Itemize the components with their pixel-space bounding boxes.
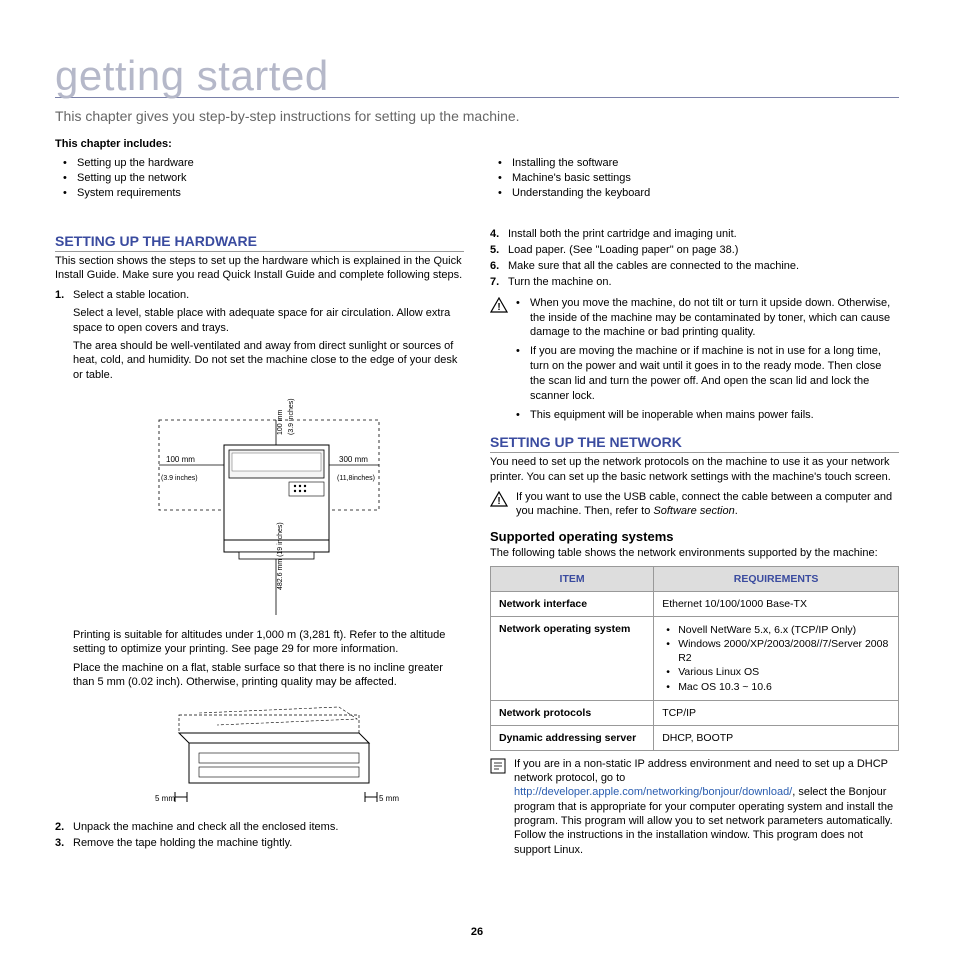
tip-box: If you are in a non-static IP address en… (490, 757, 899, 857)
svg-text:!: ! (497, 496, 500, 507)
svg-text:100 mm: 100 mm (277, 409, 284, 434)
table-row: Network protocols TCP/IP (491, 700, 899, 725)
caution-icon: ! (490, 297, 508, 316)
flatness-diagram: 5 mm 5 mm (73, 697, 464, 812)
table-header: Requirements (654, 566, 899, 591)
network-heading: Setting up the network (490, 434, 899, 453)
svg-text:5 mm: 5 mm (379, 794, 399, 803)
step-1: 1. Select a stable location. (55, 288, 464, 302)
supported-os-intro: The following table shows the network en… (490, 546, 899, 560)
list-item: Mac OS 10.3 ~ 10.6 (666, 680, 890, 694)
list-item: Understanding the keyboard (498, 186, 899, 201)
svg-text:!: ! (497, 302, 500, 313)
step-6: 6.Make sure that all the cables are conn… (490, 259, 899, 273)
list-item: Novell NetWare 5.x, 6.x (TCP/IP Only) (666, 623, 890, 637)
requirements-table: Item Requirements Network interface Ethe… (490, 566, 899, 751)
toc-left: Setting up the hardware Setting up the n… (63, 156, 464, 201)
step1-para: Select a level, stable place with adequa… (73, 306, 464, 335)
table-row: Network operating system Novell NetWare … (491, 616, 899, 700)
chapter-intro: This chapter gives you step-by-step inst… (55, 108, 899, 124)
list-item: Machine's basic settings (498, 171, 899, 186)
svg-text:100 mm: 100 mm (166, 455, 195, 464)
table-header: Item (491, 566, 654, 591)
network-intro: You need to set up the network protocols… (490, 455, 899, 484)
hardware-intro: This section shows the steps to set up t… (55, 254, 464, 283)
page-title: getting started (55, 55, 899, 98)
svg-text:(3.9 inches): (3.9 inches) (161, 475, 198, 482)
list-item: System requirements (63, 186, 464, 201)
step-3: 3. Remove the tape holding the machine t… (55, 836, 464, 850)
caution-box: ! When you move the machine, do not tilt… (490, 296, 899, 427)
list-item: If you are moving the machine or if mach… (516, 344, 899, 403)
list-item: Installing the software (498, 156, 899, 171)
svg-text:5 mm: 5 mm (155, 794, 175, 803)
table-row: Dynamic addressing server DHCP, BOOTP (491, 725, 899, 750)
svg-text:(11,8inches): (11,8inches) (337, 475, 375, 482)
note-icon (490, 758, 506, 777)
step-2: 2. Unpack the machine and check all the … (55, 820, 464, 834)
page-number: 26 (0, 926, 954, 938)
hardware-heading: Setting up the hardware (55, 233, 464, 252)
svg-text:482.6 mm (19 inches): 482.6 mm (19 inches) (277, 522, 284, 590)
toc-right: Installing the software Machine's basic … (498, 156, 899, 201)
step1-para: The area should be well-ventilated and a… (73, 339, 464, 382)
list-item: Various Linux OS (666, 665, 890, 679)
table-row: Network interface Ethernet 10/100/1000 B… (491, 591, 899, 616)
list-item: Setting up the network (63, 171, 464, 186)
svg-text:(3.9 inches): (3.9 inches) (288, 398, 295, 435)
step-5: 5.Load paper. (See "Loading paper" on pa… (490, 243, 899, 257)
list-item: When you move the machine, do not tilt o… (516, 296, 899, 341)
step-4: 4.Install both the print cartridge and i… (490, 227, 899, 241)
usb-note: ! If you want to use the USB cable, conn… (490, 490, 899, 519)
clearance-diagram: 100 mm (3.9 inches) 100 mm (3.9 inches) … (73, 390, 464, 620)
list-item: Setting up the hardware (63, 156, 464, 171)
chapter-includes-heading: This chapter includes: (55, 138, 899, 150)
bonjour-link[interactable]: http://developer.apple.com/networking/bo… (514, 786, 792, 798)
supported-os-heading: Supported operating systems (490, 529, 899, 544)
svg-text:300 mm: 300 mm (339, 455, 368, 464)
caution-icon: ! (490, 491, 508, 510)
step-7: 7.Turn the machine on. (490, 275, 899, 289)
step1-para: Place the machine on a flat, stable surf… (73, 661, 464, 690)
step1-para: Printing is suitable for altitudes under… (73, 628, 464, 657)
list-item: Windows 2000/XP/2003/2008//7/Server 2008… (666, 637, 890, 665)
list-item: This equipment will be inoperable when m… (516, 408, 899, 423)
